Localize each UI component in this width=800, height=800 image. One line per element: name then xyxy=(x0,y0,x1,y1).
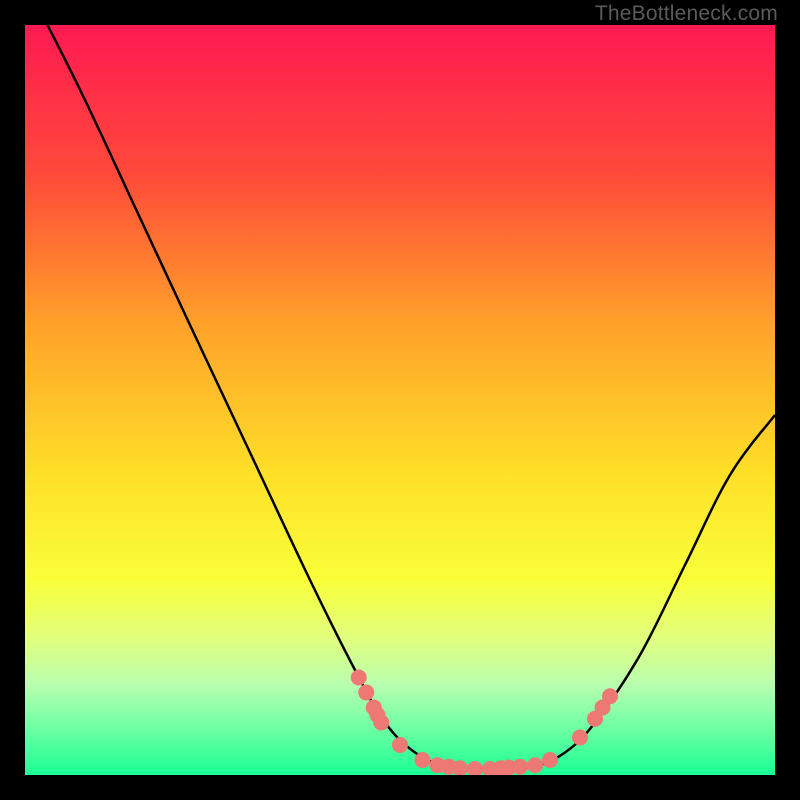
data-marker xyxy=(358,685,374,701)
plot-area xyxy=(25,25,775,775)
data-marker xyxy=(512,759,528,775)
attribution-text: TheBottleneck.com xyxy=(595,2,778,26)
data-marker xyxy=(392,737,408,753)
data-marker xyxy=(415,752,431,768)
data-marker xyxy=(602,688,618,704)
gradient-background xyxy=(25,25,775,775)
data-marker xyxy=(373,715,389,731)
data-marker xyxy=(542,752,558,768)
data-marker xyxy=(527,757,543,773)
data-marker xyxy=(351,670,367,686)
data-marker xyxy=(572,730,588,746)
bottleneck-chart xyxy=(25,25,775,775)
chart-container: TheBottleneck.com xyxy=(0,0,800,800)
